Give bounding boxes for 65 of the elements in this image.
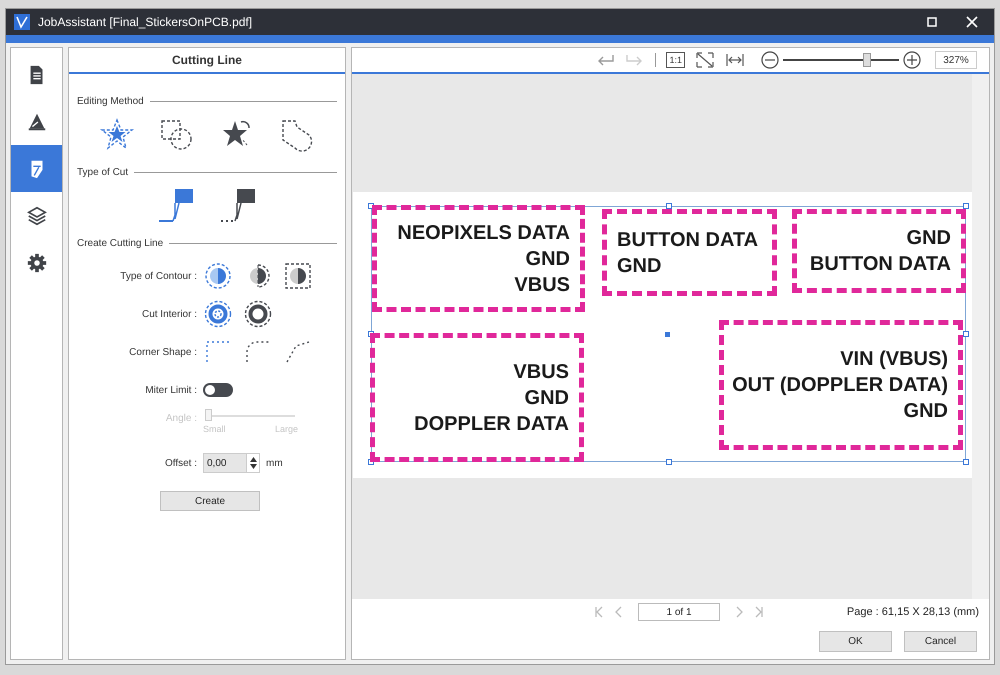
center-handle[interactable] [665, 332, 670, 337]
sticker-text: GND [617, 254, 662, 278]
slider-min-label: Small [203, 423, 226, 436]
zoom-field[interactable]: 327% [935, 51, 977, 69]
ring-icon [204, 300, 232, 328]
solid-cut-icon [157, 187, 195, 225]
sticker-text: NEOPIXELS DATA [397, 220, 570, 246]
unit-label: mm [266, 456, 283, 470]
settings-icon [26, 252, 48, 274]
page-field[interactable]: 1 of 1 [638, 603, 720, 621]
selection-handle[interactable] [963, 331, 969, 337]
sidebar-tab[interactable] [11, 145, 62, 192]
sticker-text: VIN (VBUS) [840, 347, 948, 372]
dialog-button[interactable]: OK [819, 631, 892, 652]
section-label: Type of Cut [77, 166, 128, 180]
sticker-text: GND [906, 226, 951, 251]
field-label: Corner Shape : [128, 346, 198, 360]
sticker-text: OUT (DOPPLER DATA) [732, 373, 948, 398]
selection-handle[interactable] [963, 459, 969, 465]
field-label: Type of Contour : [119, 270, 198, 284]
sticker-text: VBUS [513, 360, 569, 384]
close-icon[interactable] [966, 16, 978, 28]
field-label: Miter Limit : [144, 384, 198, 398]
app-logo-icon [14, 14, 30, 30]
cut-interior-option[interactable] [243, 299, 273, 329]
cut-interior-option[interactable] [203, 299, 233, 329]
field-label: Offset : [164, 456, 198, 470]
zoom-in-icon[interactable] [903, 51, 921, 69]
sticker-text: DOPPLER DATA [414, 412, 569, 436]
panel-title: Cutting Line [69, 48, 345, 74]
dialog-button[interactable]: Cancel [904, 631, 977, 652]
field-label: Cut Interior : [140, 308, 198, 322]
maximize-icon[interactable] [926, 16, 938, 28]
sticker-text: GND [526, 246, 570, 272]
sticker-text: BUTTON DATA [810, 252, 951, 277]
selection-handle[interactable] [666, 459, 672, 465]
slider-max-label: Large [274, 423, 298, 436]
contour-option[interactable] [203, 261, 233, 291]
selection-handle[interactable] [666, 203, 672, 209]
layers-icon [26, 204, 48, 226]
contour-icon [204, 262, 232, 290]
contour-option[interactable] [283, 261, 313, 291]
field-label: Angle : [164, 412, 198, 426]
window-title: JobAssistant [Final_StickersOnPCB.pdf] [38, 14, 252, 31]
fit-page-icon[interactable] [695, 51, 715, 69]
zoom-out-icon[interactable] [761, 51, 779, 69]
actual-size-button[interactable]: 1:1 [666, 52, 685, 68]
page-size: Page : 61,15 X 28,13 (mm) [846, 604, 979, 620]
section-label: Editing Method [77, 95, 144, 109]
miter-toggle[interactable] [203, 383, 233, 397]
contour-icon [284, 262, 312, 290]
sticker-text: VBUS [514, 272, 570, 298]
create-button[interactable]: Create [160, 491, 260, 511]
sticker-text: GND [904, 399, 948, 424]
sticker-text: BUTTON DATA [617, 228, 758, 252]
spin-arrows-icon [250, 456, 256, 470]
section-label: Create Cutting Line [77, 237, 164, 251]
zoom-slider[interactable] [783, 53, 899, 67]
selection-handle[interactable] [963, 203, 969, 209]
dotted-cut-icon [219, 187, 257, 225]
fit-width-icon[interactable] [725, 51, 745, 69]
offset-spinbox[interactable]: 0,00 [203, 453, 260, 473]
scrollbar[interactable] [972, 74, 989, 599]
ring-icon [244, 300, 272, 328]
sticker-text: GND [524, 386, 569, 410]
